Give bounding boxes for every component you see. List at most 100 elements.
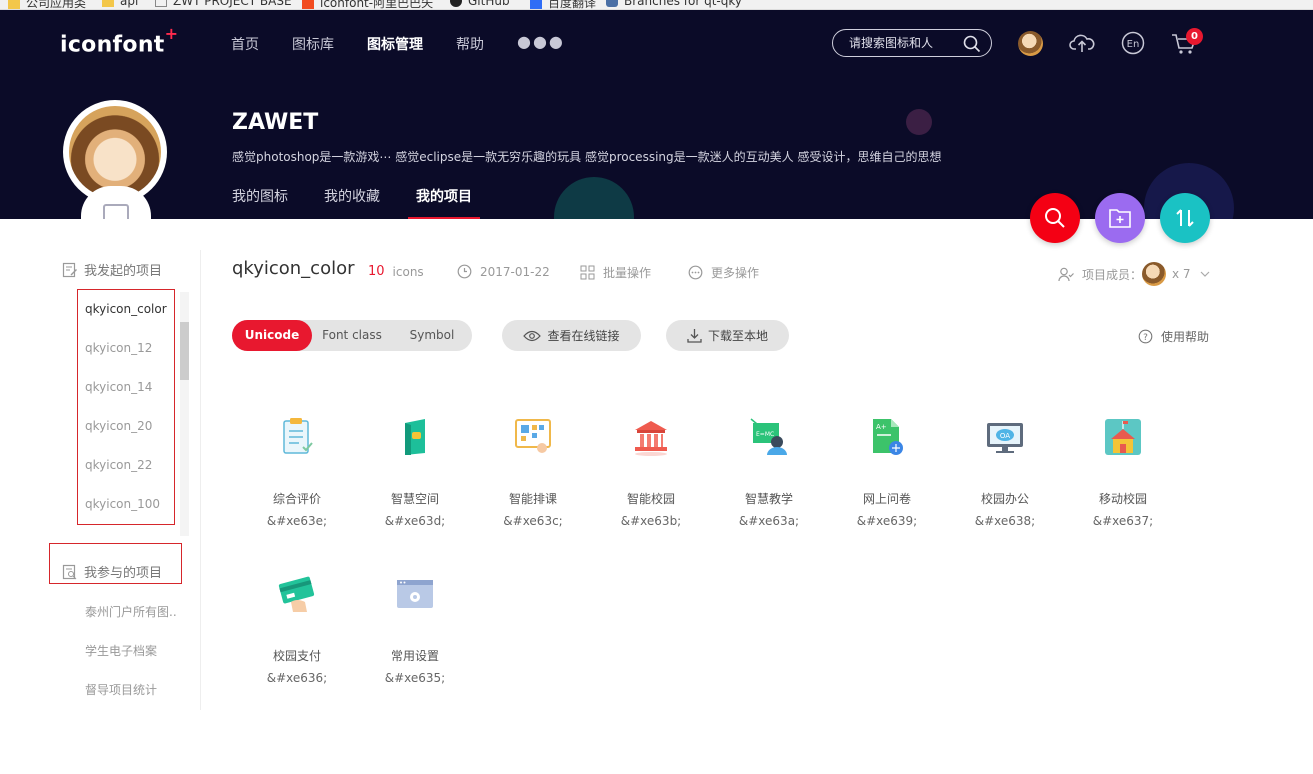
icon-count: 10 icons <box>368 264 424 279</box>
nav-icon-library[interactable]: 图标库 <box>292 34 334 54</box>
download-local-button[interactable]: 下载至本地 <box>666 320 789 351</box>
joined-projects-heading: 我参与的项目 <box>62 562 162 581</box>
database-icon <box>606 0 618 7</box>
project-title: qkyicon_color <box>232 258 355 279</box>
icon-code: &#xe637; <box>1092 514 1154 528</box>
batch-operation-button[interactable]: 批量操作 <box>580 264 651 281</box>
sidebar-scrollbar[interactable] <box>180 292 189 536</box>
bookmark-item[interactable]: GitHub <box>450 0 510 8</box>
mode-font-class[interactable]: Font class <box>312 320 392 351</box>
add-to-project-button[interactable] <box>1095 193 1145 243</box>
project-item[interactable]: qkyicon_color <box>85 302 167 316</box>
icon-name: 智能校园 <box>626 492 675 506</box>
upload-cloud-icon[interactable] <box>1069 31 1095 55</box>
icon-name: 智慧空间 <box>390 492 439 506</box>
icon-name: 常用设置 <box>390 649 439 663</box>
joined-project-item[interactable]: 泰州门户所有图.. <box>85 603 177 620</box>
icon-card[interactable]: 常用设置 &#xe635; <box>356 572 474 685</box>
icon-code: &#xe635; <box>384 671 446 685</box>
icon-name: 校园办公 <box>980 492 1029 506</box>
smart-teaching-icon: E=MC <box>750 418 787 455</box>
page-icon <box>155 0 167 7</box>
tab-my-icons[interactable]: 我的图标 <box>232 186 288 219</box>
mode-symbol[interactable]: Symbol <box>392 320 472 351</box>
bookmark-item[interactable]: 公司应用类 <box>8 0 86 9</box>
search-input[interactable] <box>849 36 959 50</box>
project-date: 2017-01-22 <box>457 264 550 279</box>
more-operations-button[interactable]: 更多操作 <box>688 264 759 281</box>
icon-code: &#xe63c; <box>503 514 563 528</box>
profile-tabs: 我的图标 我的收藏 我的项目 <box>232 186 508 219</box>
bookmark-item[interactable]: ZWT PROJECT BASE <box>155 0 292 8</box>
mode-unicode[interactable]: Unicode <box>232 320 312 351</box>
icon-code: &#xe63a; <box>738 514 800 528</box>
sort-arrows-icon <box>1176 209 1194 227</box>
folder-icon <box>102 0 114 7</box>
nav-icon-management[interactable]: 图标管理 <box>367 34 423 54</box>
tab-my-favorites[interactable]: 我的收藏 <box>324 186 380 219</box>
cart-count-badge: 0 <box>1186 28 1203 45</box>
icon-card[interactable]: 移动校园 &#xe637; <box>1064 415 1182 528</box>
project-item[interactable]: qkyicon_100 <box>85 497 160 511</box>
bookmarks-bar: 公司应用类 api ZWT PROJECT BASE iconfont-阿里巴巴… <box>0 0 1313 10</box>
icon-card[interactable]: 智慧空间 &#xe63d; <box>356 415 474 528</box>
bookmark-item[interactable]: iconfont-阿里巴巴矢 <box>302 0 433 9</box>
more-circle-icon <box>688 265 703 280</box>
svg-text:OA: OA <box>1000 432 1010 440</box>
icon-card[interactable]: OA 校园办公 &#xe638; <box>946 415 1064 528</box>
icon-name: 移动校园 <box>1098 492 1147 506</box>
bookmark-item[interactable]: Branches for qt-qky <box>606 0 742 8</box>
language-en-icon[interactable]: En <box>1121 31 1145 55</box>
nav-help[interactable]: 帮助 <box>456 34 484 54</box>
search-fab-button[interactable] <box>1030 193 1080 243</box>
campus-payment-icon <box>278 576 315 612</box>
bookmark-item[interactable]: 百度翻译 <box>530 0 596 9</box>
usage-help-link[interactable]: ? 使用帮助 <box>1138 328 1209 345</box>
icon-code: &#xe63b; <box>620 514 682 528</box>
icon-card[interactable]: 校园支付 &#xe636; <box>238 572 356 685</box>
project-members[interactable]: 项目成员： x 7 <box>1058 262 1219 286</box>
highlight-box <box>77 289 175 525</box>
campus-office-icon: OA <box>987 423 1023 453</box>
search-icon[interactable] <box>963 35 981 53</box>
profile-bio: 感觉photoshop是一款游戏⋯ 感觉eclipse是一款无穷乐趣的玩具 感觉… <box>232 150 942 164</box>
smart-space-icon <box>405 419 425 455</box>
iconfont-favicon-icon <box>302 0 314 9</box>
eye-icon <box>523 330 542 341</box>
question-circle-icon: ? <box>1138 329 1153 344</box>
decor-circle <box>554 177 634 219</box>
nav-home[interactable]: 首页 <box>231 34 259 54</box>
project-item[interactable]: qkyicon_20 <box>85 419 152 433</box>
icon-name: 网上问卷 <box>862 492 911 506</box>
members-icon <box>1058 267 1074 281</box>
search-box <box>832 29 992 57</box>
user-avatar[interactable] <box>1018 31 1043 56</box>
icon-card[interactable]: 智能排课 &#xe63c; <box>474 415 592 528</box>
bookmark-item[interactable]: api <box>102 0 138 8</box>
icon-card[interactable]: A+ 网上问卷 &#xe639; <box>828 415 946 528</box>
project-item[interactable]: qkyicon_12 <box>85 341 152 355</box>
tab-my-projects[interactable]: 我的项目 <box>408 186 480 219</box>
folder-add-icon <box>1109 209 1131 228</box>
member-avatar <box>1142 262 1167 286</box>
icon-code: &#xe639; <box>856 514 918 528</box>
joined-project-item[interactable]: 学生电子档案 <box>85 642 157 659</box>
comprehensive-evaluation-icon <box>283 418 313 454</box>
grid-icon <box>580 265 595 280</box>
more-dots-icon[interactable]: ●●● <box>517 32 565 54</box>
svg-text:?: ? <box>1143 333 1148 343</box>
project-item[interactable]: qkyicon_22 <box>85 458 152 472</box>
icon-name: 综合评价 <box>272 492 321 506</box>
clock-icon <box>457 264 472 279</box>
view-online-link-button[interactable]: 查看在线链接 <box>502 320 641 351</box>
project-item[interactable]: qkyicon_14 <box>85 380 152 394</box>
sort-button[interactable] <box>1160 193 1210 243</box>
icon-card[interactable]: E=MC 智慧教学 &#xe63a; <box>710 415 828 528</box>
svg-text:En: En <box>1127 39 1140 50</box>
joined-project-item[interactable]: 督导项目统计 <box>85 681 157 698</box>
icon-name: 智慧教学 <box>744 492 793 506</box>
download-icon <box>687 329 702 343</box>
icon-card[interactable]: 综合评价 &#xe63e; <box>238 415 356 528</box>
iconfont-logo[interactable]: iconfont+ <box>60 24 178 57</box>
icon-card[interactable]: 智能校园 &#xe63b; <box>592 415 710 528</box>
